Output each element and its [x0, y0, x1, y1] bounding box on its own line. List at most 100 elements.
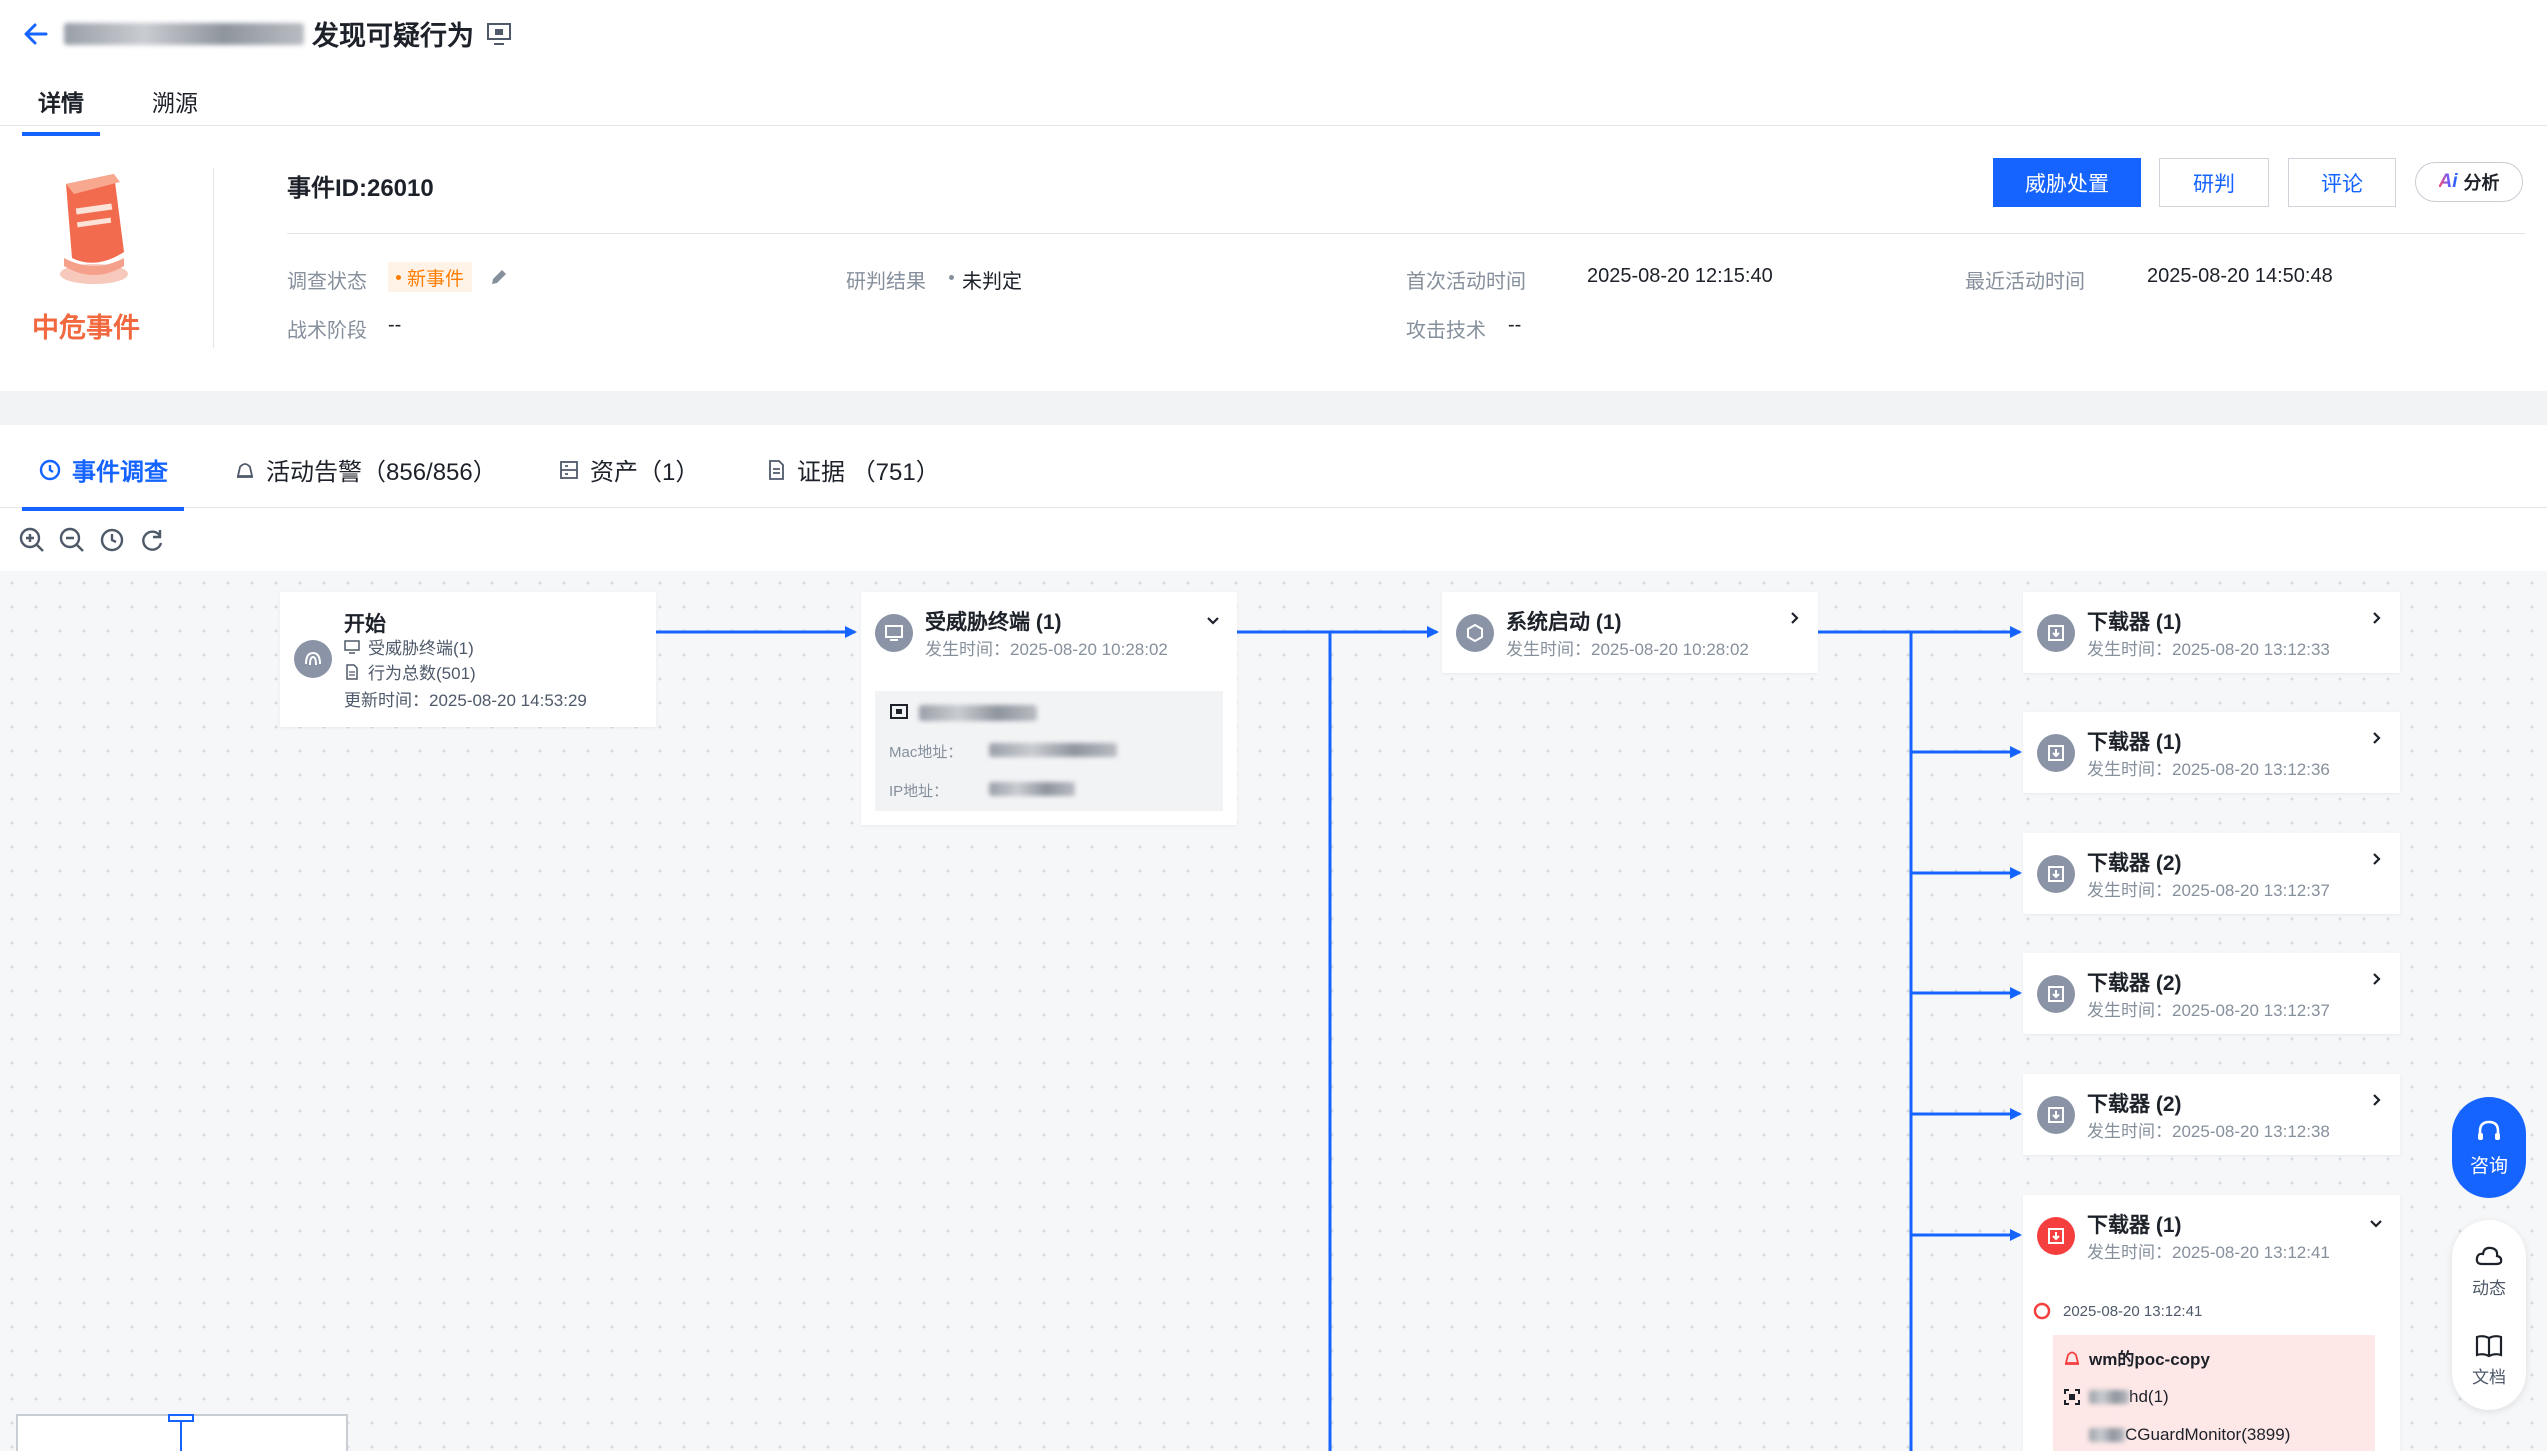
page-title: 发现可疑行为	[64, 14, 512, 53]
redacted-hostname	[64, 22, 304, 45]
refresh-icon[interactable]	[138, 526, 166, 554]
expanded-time: 2025-08-20 13:12:41	[2063, 1303, 2203, 1320]
monitor-icon	[885, 625, 903, 641]
docs-label: 文档	[2472, 1367, 2506, 1387]
redacted-host	[919, 705, 1037, 721]
downloader-icon	[2037, 975, 2075, 1013]
tab-event-investigation[interactable]: 事件调查	[22, 452, 184, 511]
system-boot-title: 系统启动 (1)	[1506, 611, 1622, 634]
tab-activity-alerts[interactable]: 活动告警（856/856）	[234, 452, 497, 507]
clock-icon	[39, 459, 61, 480]
first-activity-value: 2025-08-20 12:15:40	[1587, 265, 1773, 287]
first-activity-label: 首次活动时间	[1406, 271, 1526, 293]
chevron-right-icon[interactable]	[1786, 610, 1802, 626]
docs-button[interactable]: 文档	[2452, 1320, 2526, 1400]
severity-shield-icon	[60, 174, 128, 284]
chevron-right-icon[interactable]	[2368, 971, 2384, 987]
start-endpoints-line: 受威胁终端(1)	[344, 634, 474, 659]
judge-button[interactable]: 研判	[2159, 158, 2269, 207]
downloader-node-expanded[interactable]: 下载器 (1) 发生时间：2025-08-20 13:12:41 2025-08…	[2023, 1195, 2400, 1451]
tab-details[interactable]: 详情	[22, 84, 100, 136]
tab-trace[interactable]: 溯源	[136, 84, 214, 132]
dynamic-label: 动态	[2472, 1278, 2506, 1298]
chevron-right-icon[interactable]	[2368, 610, 2384, 626]
page-title-text: 发现可疑行为	[312, 21, 474, 51]
endpoint-node-icon	[875, 614, 913, 652]
tab-evidence[interactable]: 证据 （751）	[765, 452, 940, 507]
redacted-process	[2089, 1428, 2125, 1442]
dynamic-button[interactable]: 动态	[2452, 1230, 2526, 1310]
status-label: 调查状态	[287, 271, 367, 293]
downloader-title: 下载器 (2)	[2087, 852, 2182, 875]
hexagon-icon	[1467, 623, 1483, 643]
fit-view-icon[interactable]	[98, 526, 126, 554]
downloader-node[interactable]: 下载器 (2) 发生时间：2025-08-20 13:12:37	[2023, 953, 2400, 1034]
summary-divider	[287, 233, 2525, 234]
chevron-down-icon[interactable]	[2368, 1215, 2384, 1231]
downloader-node[interactable]: 下载器 (1) 发生时间：2025-08-20 13:12:36	[2023, 712, 2400, 793]
zoom-in-icon[interactable]	[18, 526, 46, 554]
minimap-viewport[interactable]	[168, 1414, 194, 1422]
monitor-icon[interactable]	[486, 21, 512, 47]
event-id: 事件ID:26010	[287, 175, 434, 202]
start-node[interactable]: 开始 受威胁终端(1) 行为总数(501) 更新时间：2025-08-20 14…	[280, 592, 656, 727]
headset-icon	[2478, 1120, 2500, 1140]
expanded-sub2-text: CGuardMonitor(3899)	[2125, 1425, 2291, 1444]
expanded-sub1-text: hd(1)	[2129, 1387, 2169, 1406]
download-box-icon	[2048, 986, 2064, 1002]
top-tabs: 详情 溯源	[0, 78, 2547, 136]
threat-action-button[interactable]: 威胁处置	[1993, 158, 2141, 207]
expanded-item: wm的poc-copy	[2063, 1345, 2210, 1370]
bell-icon	[236, 462, 254, 478]
divider	[213, 168, 214, 348]
tab-assets[interactable]: 资产（1）	[558, 452, 699, 507]
downloader-time: 发生时间：2025-08-20 13:12:37	[2087, 881, 2330, 900]
timeline-dot-icon	[2033, 1302, 2051, 1320]
ai-analysis-label: 分析	[2463, 173, 2500, 193]
fingerprint-icon	[305, 651, 321, 666]
status-dot-icon	[396, 274, 401, 280]
last-activity-label: 最近活动时间	[1965, 271, 2085, 293]
expanded-alert-box[interactable]: wm的poc-copy hd(1) CGuardMonitor(3899)	[2053, 1335, 2375, 1451]
chevron-down-icon[interactable]	[1205, 612, 1221, 628]
downloader-time: 发生时间：2025-08-20 13:12:37	[2087, 1001, 2330, 1020]
start-behaviors-text: 行为总数(501)	[368, 664, 476, 683]
start-endpoints-text: 受威胁终端(1)	[368, 639, 474, 658]
downloader-title: 下载器 (1)	[2087, 1214, 2182, 1237]
graph-minimap[interactable]	[16, 1414, 348, 1451]
alert-bell-icon	[2064, 1351, 2080, 1365]
chevron-right-icon[interactable]	[2368, 851, 2384, 867]
downloader-node[interactable]: 下载器 (1) 发生时间：2025-08-20 13:12:33	[2023, 592, 2400, 673]
download-box-icon	[2048, 745, 2064, 761]
downloader-node[interactable]: 下载器 (2) 发生时间：2025-08-20 13:12:37	[2023, 833, 2400, 914]
start-behaviors-line: 行为总数(501)	[344, 659, 476, 684]
download-box-icon	[2048, 866, 2064, 882]
chevron-right-icon[interactable]	[2368, 730, 2384, 746]
side-panel: 动态 文档	[2452, 1220, 2526, 1410]
mac-label: Mac地址：	[889, 744, 963, 761]
downloader-node[interactable]: 下载器 (2) 发生时间：2025-08-20 13:12:38	[2023, 1074, 2400, 1155]
expanded-sub2: CGuardMonitor(3899)	[2089, 1425, 2290, 1445]
tab-evidence-label: 证据 （751）	[797, 459, 940, 486]
minimap-line	[180, 1422, 182, 1451]
redacted-ip	[989, 782, 1075, 796]
ai-analysis-button[interactable]: Ai 分析	[2415, 162, 2523, 202]
downloader-time: 发生时间：2025-08-20 13:12:36	[2087, 760, 2330, 779]
downloader-icon	[2037, 855, 2075, 893]
edit-pencil-icon[interactable]	[488, 266, 510, 288]
downloader-time: 发生时间：2025-08-20 13:12:38	[2087, 1122, 2330, 1141]
consult-button[interactable]: 咨询	[2452, 1097, 2526, 1198]
cloud-icon	[2475, 1246, 2503, 1265]
downloader-icon	[2037, 1096, 2075, 1134]
zoom-out-icon[interactable]	[58, 526, 86, 554]
comment-button[interactable]: 评论	[2288, 158, 2396, 207]
endpoint-asset-box: Mac地址： IP地址：	[875, 691, 1223, 811]
document-icon	[769, 459, 784, 480]
chevron-right-icon[interactable]	[2368, 1092, 2384, 1108]
downloader-alert-icon	[2037, 1217, 2075, 1255]
endpoint-node[interactable]: 受威胁终端 (1) 发生时间：2025-08-20 10:28:02 Mac地址…	[861, 592, 1237, 825]
expanded-item-text: wm的poc-copy	[2089, 1350, 2210, 1369]
system-boot-node[interactable]: 系统启动 (1) 发生时间：2025-08-20 10:28:02	[1442, 592, 1818, 673]
downloader-time: 发生时间：2025-08-20 13:12:41	[2087, 1243, 2330, 1262]
back-arrow-icon[interactable]	[20, 18, 52, 50]
